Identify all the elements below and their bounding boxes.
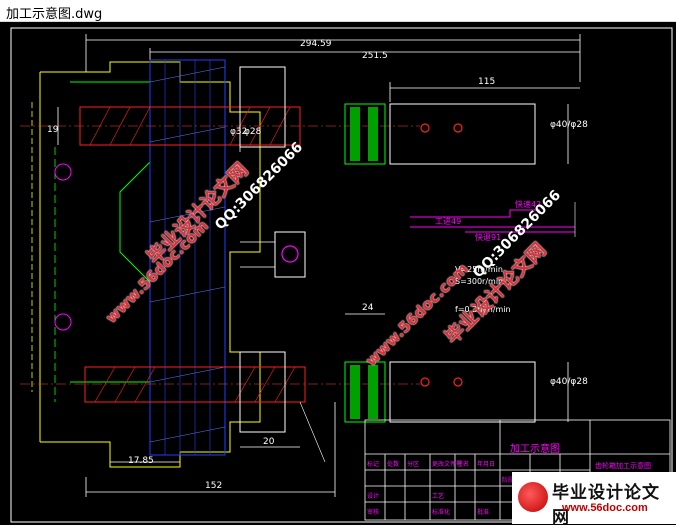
dim-19: 19 bbox=[47, 125, 59, 135]
dim-17-85: 17.85 bbox=[128, 456, 154, 466]
drawing-title: 加工示意图 bbox=[510, 442, 560, 455]
note-feed: 工进49 bbox=[435, 217, 461, 226]
badge-site-url: www.56doc.com bbox=[562, 502, 648, 514]
tb-cell-5: 年月日 bbox=[477, 460, 495, 468]
tb-cell-12: 标准化 bbox=[432, 508, 450, 516]
dim-20: 20 bbox=[263, 437, 275, 447]
dim-294: 294.59 bbox=[300, 39, 332, 49]
window-title: 加工示意图.dwg bbox=[6, 7, 103, 22]
cad-drawing: 294.59 251.5 115 19 φ32 φ28 φ40/φ28 φ40/… bbox=[10, 27, 673, 523]
dim-251: 251.5 bbox=[362, 51, 388, 61]
tb-cell-7: 审核 bbox=[367, 508, 379, 516]
dim-phi40-top: φ40/φ28 bbox=[550, 120, 588, 130]
site-logo-icon bbox=[518, 482, 548, 512]
tb-cell-6: 设计 bbox=[367, 492, 379, 500]
tb-cell-2: 分区 bbox=[407, 460, 419, 468]
note-return: 快退91 bbox=[475, 232, 501, 242]
part-name: 齿轮箱加工示意图 bbox=[595, 461, 651, 470]
dim-phi28: φ28 bbox=[244, 127, 262, 137]
window-titlebar: 加工示意图.dwg bbox=[0, 0, 676, 22]
dim-phi40-bottom: φ40/φ28 bbox=[550, 377, 588, 387]
tb-cell-13: 批准 bbox=[477, 508, 489, 516]
tb-cell-0: 标记 bbox=[367, 460, 379, 468]
tb-cell-4: 签名 bbox=[457, 460, 469, 468]
site-badge: 毕业设计论文网 www.56doc.com bbox=[512, 472, 676, 527]
drawing-canvas[interactable]: 294.59 251.5 115 19 φ32 φ28 φ40/φ28 φ40/… bbox=[0, 22, 676, 525]
dim-24: 24 bbox=[362, 303, 374, 313]
tb-cell-8: 工艺 bbox=[432, 492, 444, 500]
dim-115: 115 bbox=[478, 77, 495, 87]
dim-152: 152 bbox=[205, 481, 222, 491]
tb-cell-1: 处数 bbox=[387, 460, 399, 468]
